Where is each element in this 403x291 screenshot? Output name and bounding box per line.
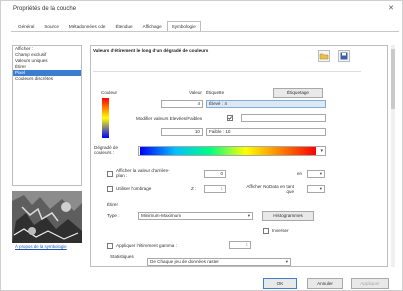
chevron-down-icon: ▾ <box>319 186 322 191</box>
low-value-field[interactable]: 10 <box>161 128 203 136</box>
stretch-type-value: Minimum-Maximum <box>141 213 182 218</box>
stretch-type-select[interactable]: Minimum-Maximum ▾ <box>138 212 253 220</box>
color-label: Couleur <box>101 90 118 95</box>
scrollbar-thumb[interactable] <box>391 49 395 109</box>
use-hillshade-label: Utiliser l'ombrage <box>116 186 152 191</box>
background-value-field[interactable]: 0 <box>204 170 226 178</box>
statistics-select[interactable]: De Chaque jeu de données raster ▾ <box>147 258 291 266</box>
high-label-field[interactable]: Élevé : 4 <box>206 100 326 108</box>
z-factor-label: Z : <box>191 186 197 191</box>
invert-checkbox[interactable] <box>263 228 269 234</box>
save-icon[interactable] <box>338 50 350 62</box>
chevron-down-icon: ▾ <box>285 259 288 264</box>
renderer-list: Afficher : Champ exclusif Valeurs unique… <box>12 45 82 186</box>
color-ramp-select[interactable]: ▾ <box>138 146 326 156</box>
about-symbology-link[interactable]: À propos de la symbologie <box>15 244 67 249</box>
folder-icon[interactable] <box>318 50 330 62</box>
gamma-value-field[interactable]: 1 <box>229 241 251 249</box>
histograms-button[interactable]: Histogrammes <box>262 211 314 221</box>
panel-scrollbar[interactable] <box>391 45 395 267</box>
use-hillshade-checkbox[interactable] <box>107 186 113 192</box>
background-as-label: en <box>297 171 303 176</box>
renderer-item-discrete-colors[interactable]: Couleurs discrètes <box>13 76 81 82</box>
chevron-down-icon: ▾ <box>319 171 322 176</box>
ok-button[interactable]: OK <box>263 278 297 289</box>
cancel-button[interactable]: Annuler <box>307 278 343 289</box>
nodata-color-picker[interactable]: ▾ <box>307 185 325 193</box>
close-icon[interactable]: ✕ <box>388 4 394 12</box>
background-color-picker[interactable]: ▾ <box>307 170 325 178</box>
tab-source[interactable]: Source <box>39 21 64 31</box>
panel-title: Valeurs d'étirement le long d'un dégradé… <box>93 48 209 53</box>
panel-divider <box>93 71 361 72</box>
statistics-label: Statistiques <box>110 254 134 259</box>
tab-extent[interactable]: Étendue <box>110 21 137 31</box>
labeling-button[interactable]: Étiquetage <box>273 88 323 98</box>
invert-label: Inverser <box>272 228 289 233</box>
tab-strip: Général Source Métadonnées cde Étendue A… <box>13 21 201 31</box>
chevron-down-icon: ▾ <box>247 213 250 218</box>
display-background-label: Afficher la valeur d'arrière-plan : <box>116 168 170 178</box>
z-factor-field[interactable]: 1 <box>204 185 226 193</box>
stretch-type-label: Type : <box>107 213 120 218</box>
tab-divider <box>11 31 399 32</box>
stretch-group-label: Étirer <box>107 202 118 207</box>
low-label-field[interactable]: Faible : 10 <box>206 128 326 136</box>
apply-button[interactable]: Appliquer <box>351 278 389 289</box>
symbology-preview-image <box>12 191 82 243</box>
dialog-title: Propriétés de la couche <box>13 6 77 12</box>
edit-high-low-field[interactable] <box>241 114 326 122</box>
edit-high-low-checkbox[interactable] <box>227 115 233 121</box>
tab-general[interactable]: Général <box>13 21 39 31</box>
layer-properties-dialog: Propriétés de la couche ✕ Général Source… <box>0 0 403 291</box>
high-value-field[interactable]: 4 <box>161 100 203 108</box>
tab-metadata[interactable]: Métadonnées cde <box>64 21 111 31</box>
tab-symbology[interactable]: Symbologie <box>166 21 201 31</box>
gamma-stretch-checkbox[interactable] <box>107 243 113 249</box>
nodata-label: Afficher NoData en tant que <box>246 184 294 194</box>
symbology-panel <box>90 45 388 267</box>
color-gradient-swatch <box>102 98 109 138</box>
chevron-down-icon: ▾ <box>320 148 323 154</box>
edit-high-low-label: Modifier valeurs Elevées/Faibles <box>136 116 203 121</box>
color-ramp-label: Dégradé de couleurs : <box>94 145 119 155</box>
value-header: Valeur <box>189 90 202 95</box>
label-header: Étiquette <box>206 90 225 95</box>
tab-display[interactable]: Affichage <box>138 21 167 31</box>
statistics-value: De Chaque jeu de données raster <box>150 259 219 264</box>
gamma-stretch-label: Appliquer l'étirement gamma : <box>116 243 177 248</box>
title-bar: Propriétés de la couche ✕ <box>1 1 402 17</box>
display-background-checkbox[interactable] <box>107 171 113 177</box>
